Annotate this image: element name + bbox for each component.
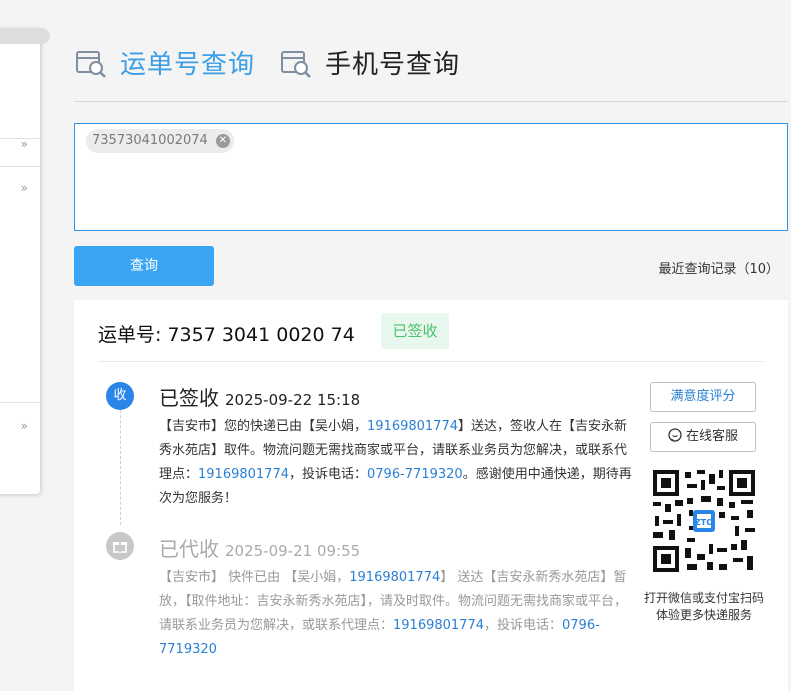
event-description: 【吉安市】 快件已由 【吴小娟，19169801774】 送达【吉安永新秀水苑店… bbox=[159, 566, 639, 662]
phone-link[interactable]: 19169801774 bbox=[393, 618, 484, 633]
event-title: 已签收 2025-09-22 15:18 bbox=[159, 382, 360, 411]
customer-service-label: 在线客服 bbox=[685, 429, 738, 444]
qr-caption: 打开微信或支付宝扫码 体验更多快递服务 bbox=[634, 590, 774, 624]
chevron-right-icon[interactable]: » bbox=[21, 138, 28, 150]
close-icon[interactable]: ✕ bbox=[215, 134, 230, 148]
chat-bubble-icon bbox=[668, 428, 682, 442]
event-text: ，投诉电话： bbox=[484, 618, 563, 633]
query-tabs: 运单号查询 手机号查询 bbox=[74, 44, 788, 102]
package-search-icon bbox=[281, 50, 311, 78]
package-search-icon bbox=[76, 50, 106, 78]
event-status: 已代收 bbox=[159, 537, 219, 561]
event-time: 2025-09-22 15:18 bbox=[225, 391, 361, 409]
divider bbox=[98, 361, 764, 362]
chevron-right-icon[interactable]: » bbox=[21, 420, 28, 432]
phone-link[interactable]: 19169801774 bbox=[349, 570, 440, 585]
tab-label: 手机号查询 bbox=[325, 50, 461, 80]
rate-button[interactable]: 满意度评分 bbox=[650, 382, 756, 412]
recent-queries-link[interactable]: 最近查询记录（10） bbox=[658, 258, 779, 277]
query-button[interactable]: 查询 bbox=[74, 246, 214, 286]
event-text: 【吉安市】 快件已由 【吴小娟， bbox=[159, 570, 350, 585]
timeline-node-signed: 收 bbox=[106, 382, 134, 410]
waybill-chip-text: 73573041002074 bbox=[92, 133, 208, 148]
side-panel-handle[interactable] bbox=[0, 28, 50, 44]
phone-link[interactable]: 0796-7719320 bbox=[367, 467, 463, 482]
qr-caption-line: 打开微信或支付宝扫码 bbox=[643, 591, 764, 605]
chevron-down-icon[interactable]: » bbox=[21, 182, 28, 194]
timeline-line bbox=[120, 395, 121, 525]
qr-caption-line: 体验更多快递服务 bbox=[655, 608, 752, 622]
tab-label: 运单号查询 bbox=[120, 50, 256, 80]
waybill-chip[interactable]: 73573041002074 ✕ bbox=[86, 129, 234, 153]
svg-text:ZTO: ZTO bbox=[695, 518, 713, 527]
side-divider bbox=[0, 402, 40, 403]
event-status: 已签收 bbox=[159, 386, 219, 410]
side-panel: » » » bbox=[0, 28, 40, 494]
tab-waybill-query[interactable]: 运单号查询 bbox=[74, 44, 255, 81]
event-text: ，投诉电话： bbox=[289, 467, 368, 482]
side-divider bbox=[0, 166, 40, 167]
phone-link[interactable]: 19169801774 bbox=[367, 419, 458, 434]
event-time: 2025-09-21 09:55 bbox=[225, 542, 361, 560]
qr-code-icon: ZTO bbox=[651, 468, 757, 574]
phone-link[interactable]: 19169801774 bbox=[198, 467, 289, 482]
customer-service-button[interactable]: 在线客服 bbox=[650, 422, 756, 452]
waybill-input[interactable]: 73573041002074 ✕ bbox=[74, 123, 788, 231]
event-text: 【吉安市】您的快递已由【吴小娟， bbox=[159, 419, 368, 434]
tab-phone-query[interactable]: 手机号查询 bbox=[279, 44, 460, 81]
event-title: 已代收 2025-09-21 09:55 bbox=[159, 533, 360, 562]
status-badge: 已签收 bbox=[381, 313, 449, 349]
event-description: 【吉安市】您的快递已由【吴小娟，19169801774】送达，签收人在【吉安永新… bbox=[159, 415, 639, 511]
gift-icon bbox=[106, 532, 134, 560]
waybill-number: 运单号: 7357 3041 0020 74 bbox=[98, 324, 355, 346]
result-card: 运单号: 7357 3041 0020 74 已签收 收 已签收 2025-09-… bbox=[74, 300, 788, 691]
